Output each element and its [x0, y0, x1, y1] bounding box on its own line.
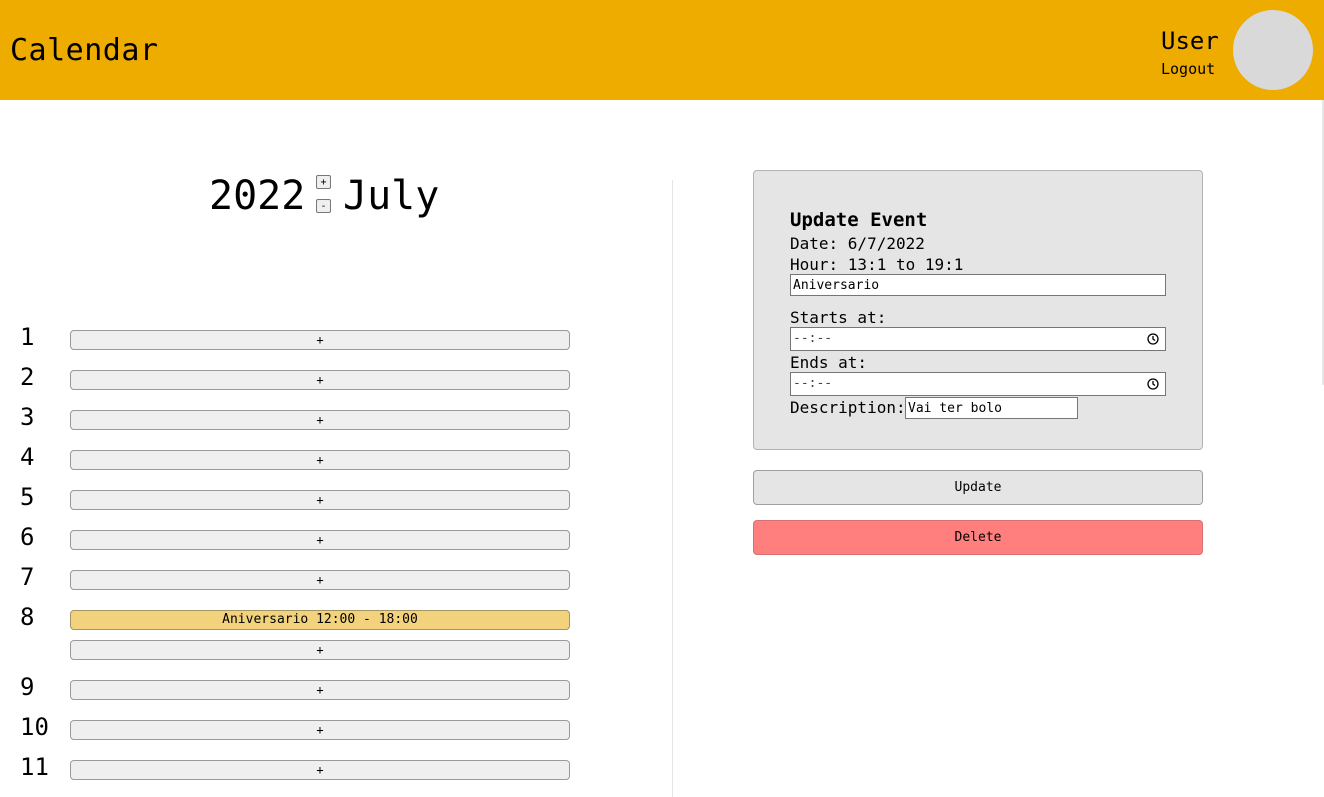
day-label: 2 [20, 363, 35, 391]
day-label: 7 [20, 563, 35, 591]
add-event-button[interactable]: + [70, 330, 570, 350]
avatar[interactable] [1233, 10, 1313, 90]
day-label: 5 [20, 483, 35, 511]
day-label: 9 [20, 673, 35, 701]
start-time-input[interactable]: --:-- [790, 327, 1166, 351]
day-label: 10 [20, 713, 49, 741]
previous-month-button[interactable]: - [316, 199, 331, 213]
day-label: 3 [20, 403, 35, 431]
add-event-button[interactable]: + [70, 370, 570, 390]
add-event-button[interactable]: + [70, 410, 570, 430]
day-label: 8 [20, 603, 35, 631]
event-date: Date: 6/7/2022 [790, 234, 925, 253]
end-time-value: --:-- [793, 376, 833, 391]
update-button[interactable]: Update [753, 470, 1203, 505]
add-event-button[interactable]: + [70, 720, 570, 740]
panel-title: Update Event [790, 209, 928, 231]
app-header: Calendar User Logout [0, 0, 1324, 100]
event-item[interactable]: Aniversario 12:00 - 18:00 [70, 610, 570, 630]
add-event-button[interactable]: + [70, 530, 570, 550]
add-event-button[interactable]: + [70, 640, 570, 660]
end-time-input[interactable]: --:-- [790, 372, 1166, 396]
column-divider [672, 180, 673, 797]
app-title: Calendar [10, 33, 159, 68]
day-label: 1 [20, 323, 35, 351]
starts-at-label: Starts at: [790, 308, 887, 327]
year-label: 2022 [209, 173, 306, 219]
clock-icon[interactable] [1147, 333, 1159, 345]
add-event-button[interactable]: + [70, 490, 570, 510]
day-label: 11 [20, 753, 49, 781]
next-month-button[interactable]: + [316, 175, 331, 189]
day-label: 6 [20, 523, 35, 551]
add-event-button[interactable]: + [70, 680, 570, 700]
logout-link[interactable]: Logout [1161, 60, 1215, 78]
month-label: July [343, 173, 440, 219]
ends-at-label: Ends at: [790, 353, 868, 372]
update-event-panel: Update Event Date: 6/7/2022 Hour: 13:1 t… [753, 170, 1203, 450]
start-time-value: --:-- [793, 331, 833, 346]
user-name: User [1161, 27, 1219, 55]
add-event-button[interactable]: + [70, 450, 570, 470]
delete-button[interactable]: Delete [753, 520, 1203, 555]
add-event-button[interactable]: + [70, 570, 570, 590]
day-label: 4 [20, 443, 35, 471]
event-hours: Hour: 13:1 to 19:1 [790, 255, 964, 274]
event-name-input[interactable] [790, 274, 1166, 296]
add-event-button[interactable]: + [70, 760, 570, 780]
description-input[interactable] [905, 397, 1078, 419]
clock-icon[interactable] [1147, 378, 1159, 390]
description-label: Description: [790, 398, 906, 417]
